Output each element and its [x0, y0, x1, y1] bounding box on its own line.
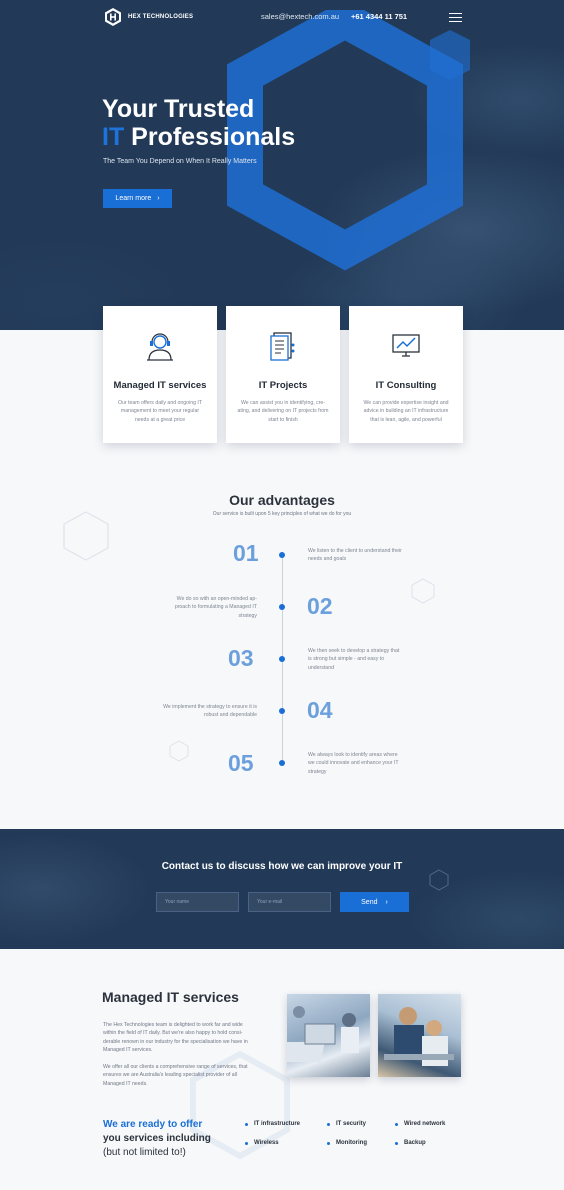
service-list-item: Wired network	[395, 1121, 445, 1127]
hero-title-accent: IT	[102, 123, 125, 151]
hex-logo-icon	[105, 8, 121, 26]
hero-title-line2: Professionals	[124, 123, 296, 151]
service-label: Wireless	[254, 1140, 279, 1146]
hexagon-outline-decoration	[411, 578, 435, 604]
managed-paragraph: We offer all our clients a comprehensive…	[103, 1064, 248, 1087]
service-card-text: Our team offers daily and ongoing IT man…	[117, 400, 203, 423]
contact-background-photo	[0, 829, 564, 949]
advantage-text: We do so with an open-minded ap-proach t…	[174, 596, 257, 619]
advantage-number: 04	[307, 697, 333, 723]
hexagon-outline-decoration	[63, 511, 109, 561]
service-list-item: IT infrastructure	[245, 1121, 300, 1127]
document-icon	[270, 332, 295, 361]
timeline-dot	[279, 708, 285, 714]
advantage-number: 01	[233, 540, 259, 566]
support-agent-icon	[147, 333, 173, 361]
send-label: Send	[361, 898, 378, 906]
header-email-link[interactable]: sales@hextech.com.au	[261, 12, 339, 21]
office-photo	[378, 994, 461, 1077]
timeline-dot	[279, 656, 285, 662]
service-card-text: We can assist you in identifying, cre-at…	[237, 400, 329, 423]
bullet-icon	[395, 1141, 398, 1145]
chevron-right-icon: ›	[385, 898, 388, 906]
advantages-subtitle: Our service is built upon 5 key principl…	[212, 511, 352, 517]
service-label: Wired network	[404, 1121, 446, 1127]
service-label: IT infrastructure	[254, 1121, 301, 1127]
hamburger-menu-icon[interactable]	[449, 13, 462, 22]
bullet-icon	[395, 1122, 398, 1126]
advantage-number: 02	[307, 593, 333, 619]
service-card-title: IT Consulting	[375, 380, 437, 391]
service-list-item: Backup	[395, 1140, 426, 1146]
advantage-number: 05	[228, 750, 254, 776]
service-card-text: We can provide expertise insight and adv…	[363, 400, 449, 423]
learn-more-label: Learn more	[115, 195, 152, 202]
service-card-projects[interactable]: IT Projects We can assist you in identif…	[226, 306, 340, 443]
managed-paragraph: The Hex Technologies team is delighted t…	[103, 1022, 248, 1054]
hero-title: Your Trusted IT Professionals	[102, 95, 295, 151]
managed-services-title: Managed IT services	[102, 989, 239, 1005]
hero-subtitle: The Team You Depend on When It Really Ma…	[103, 158, 257, 165]
advantage-number: 03	[228, 645, 254, 671]
laptop-team-photo	[287, 1006, 359, 1062]
advantage-text: We always look to identify areas where w…	[308, 752, 399, 775]
timeline-dot	[279, 604, 285, 610]
advantage-text: We then seek to develop a strategy that …	[308, 648, 400, 671]
service-list-item: Wireless	[245, 1140, 279, 1146]
service-list-item: Monitoring	[327, 1140, 367, 1146]
top-nav: HEX TECHNOLOGIES sales@hextech.com.au +6…	[0, 0, 564, 34]
chevron-right-icon: ›	[157, 195, 160, 202]
send-button[interactable]: Send ›	[340, 892, 409, 912]
service-label: Backup	[404, 1140, 426, 1146]
hexagon-outline-decoration	[429, 869, 449, 891]
header-phone-link[interactable]: +61 4344 11 751	[351, 12, 407, 21]
advantage-text: We listen to the client to understand th…	[308, 548, 402, 563]
chart-monitor-icon	[392, 334, 420, 357]
timeline-dot	[279, 552, 285, 558]
service-card-consulting[interactable]: IT Consulting We can provide expertise i…	[349, 306, 463, 443]
contact-title: Contact us to discuss how we can improve…	[161, 861, 403, 872]
name-input[interactable]	[156, 892, 239, 912]
people-meeting-photo	[384, 1007, 454, 1066]
advantages-title: Our advantages	[229, 492, 335, 508]
contact-section: Contact us to discuss how we can improve…	[0, 829, 564, 949]
service-label: IT security	[336, 1121, 367, 1127]
bullet-icon	[245, 1141, 248, 1145]
hero-section: HEX TECHNOLOGIES sales@hextech.com.au +6…	[0, 0, 564, 330]
service-card-title: IT Projects	[258, 380, 308, 391]
ready-line1: We are ready to offer	[103, 1119, 203, 1130]
advantage-text: We implement the strategy to ensure it i…	[163, 704, 257, 719]
learn-more-button[interactable]: Learn more ›	[103, 189, 172, 208]
ready-line2: you services including	[103, 1133, 211, 1144]
bullet-icon	[245, 1122, 248, 1126]
hexagon-outline-decoration	[169, 740, 189, 762]
ready-to-offer-heading: We are ready to offer you services inclu…	[103, 1118, 211, 1160]
service-card-managed[interactable]: Managed IT services Our team offers dail…	[103, 306, 217, 443]
bullet-icon	[327, 1141, 330, 1145]
service-list-item: IT security	[327, 1121, 366, 1127]
service-card-title: Managed IT services	[113, 380, 207, 391]
hero-title-line1: Your Trusted	[102, 95, 255, 123]
email-input[interactable]	[248, 892, 331, 912]
ready-line3: (but not limited to!)	[103, 1147, 186, 1158]
service-label: Monitoring	[336, 1140, 367, 1146]
service-cards: Managed IT services Our team offers dail…	[103, 306, 463, 443]
bullet-icon	[327, 1122, 330, 1126]
logo[interactable]: HEX TECHNOLOGIES	[103, 7, 193, 27]
logo-text: HEX TECHNOLOGIES	[128, 14, 194, 20]
office-photo	[287, 994, 370, 1077]
timeline-dot	[279, 760, 285, 766]
